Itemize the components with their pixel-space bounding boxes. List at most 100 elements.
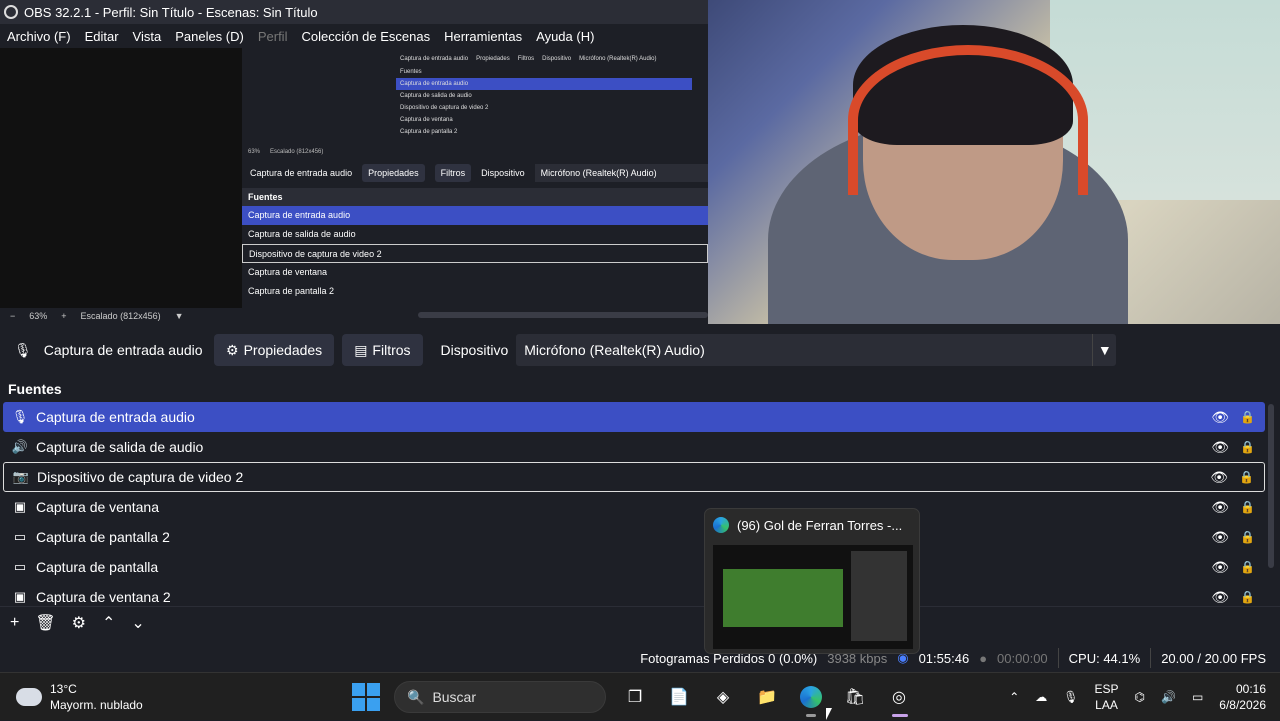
language-indicator[interactable]: ESP LAA — [1094, 681, 1118, 713]
sources-scrollbar[interactable] — [1268, 404, 1274, 568]
mini-fuentes-header: Fuentes — [400, 69, 422, 75]
source-row[interactable]: 📷 Dispositivo de captura de video 2 👁 🔒 — [3, 462, 1265, 492]
store-icon[interactable]: 🛍 — [840, 682, 870, 712]
lock-icon[interactable]: 🔒 — [1240, 410, 1255, 424]
zoom-in-button[interactable]: + — [61, 311, 66, 321]
lock-icon[interactable]: 🔒 — [1240, 560, 1255, 574]
menu-coleccion-escenas[interactable]: Colección de Escenas — [294, 29, 437, 44]
menu-ayuda[interactable]: Ayuda (H) — [529, 29, 601, 44]
microphone-icon[interactable]: 🎙 — [1063, 690, 1078, 704]
lang-bottom: LAA — [1095, 698, 1118, 712]
mini-device-value: Micrófono (Realtek(R) Audio) — [579, 56, 657, 62]
menu-herramientas[interactable]: Herramientas — [437, 29, 529, 44]
source-controls-bar: 🎙 Captura de entrada audio ⚙ Propiedades… — [0, 330, 1280, 370]
source-row[interactable]: 🎙 Captura de entrada audio 👁 🔒 — [3, 402, 1265, 432]
menu-archivo[interactable]: Archivo (F) — [0, 29, 78, 44]
monitor-icon: ▭ — [13, 529, 27, 544]
eye-icon[interactable]: 👁 — [1211, 409, 1229, 426]
cpu-usage: CPU: 44.1% — [1068, 650, 1141, 666]
mid-source-row: Captura de entrada audio — [242, 206, 708, 225]
add-source-button[interactable]: + — [10, 614, 19, 632]
source-row[interactable]: ▣ Captura de ventana 2 👁 🔒 — [3, 582, 1265, 606]
mid-fuentes-header: Fuentes — [242, 188, 708, 206]
weather-temp: 13°C — [50, 682, 77, 696]
eye-icon[interactable]: 👁 — [1211, 499, 1229, 516]
source-row[interactable]: ▭ Captura de pantalla 2 👁 🔒 — [3, 522, 1265, 552]
notepad-icon[interactable]: 📄 — [664, 682, 694, 712]
lock-icon[interactable]: 🔒 — [1240, 530, 1255, 544]
obs-logo-icon — [4, 5, 18, 19]
eye-icon[interactable]: 👁 — [1211, 529, 1229, 546]
trash-icon[interactable]: 🗑 — [35, 613, 55, 633]
headset-image — [848, 45, 1088, 195]
mid-source-row: Dispositivo de captura de video 2 — [242, 244, 708, 263]
mid-properties: Propiedades — [362, 164, 425, 182]
source-label: Dispositivo de captura de video 2 — [37, 469, 244, 485]
taskbar-thumbnail-preview[interactable]: (96) Gol de Ferran Torres -... — [704, 508, 920, 654]
scale-dropdown-icon[interactable]: ▼ — [175, 311, 184, 321]
wifi-icon[interactable]: ⌬ — [1135, 690, 1145, 704]
source-row[interactable]: ▭ Captura de pantalla 👁 🔒 — [3, 552, 1265, 582]
zoom-out-button[interactable]: − — [10, 311, 15, 321]
menu-perfil[interactable]: Perfil — [251, 29, 295, 44]
obs-taskbar-icon[interactable]: ◎ — [884, 682, 914, 717]
mini-source-name: Captura de entrada audio — [400, 56, 469, 62]
gear-icon: ⚙ — [226, 341, 239, 358]
mini-filters: Filtros — [517, 56, 535, 62]
taskbar: 13°C Mayorm. nublado 🔍 Buscar ❐ 📄 ◈ 📁 🛍 … — [0, 672, 1280, 720]
windows-start-icon[interactable] — [352, 683, 380, 711]
chevron-down-icon[interactable]: ⌄ — [131, 613, 144, 633]
source-label: Captura de entrada audio — [36, 409, 195, 425]
mid-sources-list: Fuentes Captura de entrada audio Captura… — [242, 188, 708, 301]
menu-vista[interactable]: Vista — [126, 29, 169, 44]
eye-icon[interactable]: 👁 — [1210, 469, 1228, 486]
webcam-capture — [708, 0, 1280, 324]
sources-toolbar: + 🗑 ⚙ ⌃ ⌄ — [0, 606, 1280, 638]
edge-browser-icon[interactable] — [796, 682, 826, 717]
onedrive-icon[interactable]: ☁ — [1035, 690, 1047, 704]
filters-button[interactable]: ▤ Filtros — [342, 334, 423, 366]
eye-icon[interactable]: 👁 — [1211, 439, 1229, 456]
menu-bar: Archivo (F) Editar Vista Paneles (D) Per… — [0, 24, 708, 48]
lock-icon[interactable]: 🔒 — [1239, 470, 1254, 484]
weather-widget[interactable]: 13°C Mayorm. nublado — [12, 680, 143, 713]
m365-icon[interactable]: ◈ — [708, 682, 738, 712]
lock-icon[interactable]: 🔒 — [1240, 590, 1255, 604]
lock-icon[interactable]: 🔒 — [1240, 440, 1255, 454]
properties-label: Propiedades — [243, 342, 323, 358]
mid-controls: Captura de entrada audio Propiedades Fil… — [242, 162, 708, 184]
source-label: Captura de pantalla — [36, 559, 159, 575]
sources-header: Fuentes — [0, 378, 1280, 400]
eye-icon[interactable]: 👁 — [1211, 559, 1229, 576]
lang-top: ESP — [1094, 682, 1119, 696]
edge-icon — [713, 517, 729, 533]
menu-editar[interactable]: Editar — [78, 29, 126, 44]
chevron-up-icon[interactable]: ⌃ — [1009, 690, 1019, 704]
stream-icon: ● — [979, 650, 988, 666]
volume-icon[interactable]: 🔊 — [1161, 690, 1176, 704]
source-row[interactable]: ▣ Captura de ventana 👁 🔒 — [3, 492, 1265, 522]
file-explorer-icon[interactable]: 📁 — [752, 682, 782, 712]
chevron-up-icon[interactable]: ⌃ — [102, 613, 115, 633]
lock-icon[interactable]: 🔒 — [1240, 500, 1255, 514]
clock[interactable]: 00:16 6/8/2026 — [1219, 681, 1266, 713]
properties-button[interactable]: ⚙ Propiedades — [214, 334, 335, 366]
source-label: Captura de pantalla 2 — [36, 529, 170, 545]
search-icon: 🔍 — [407, 688, 425, 705]
search-box[interactable]: 🔍 Buscar — [394, 681, 606, 713]
gear-icon[interactable]: ⚙ — [72, 613, 86, 633]
source-row[interactable]: 🔊 Captura de salida de audio 👁 🔒 — [3, 432, 1265, 462]
preview-scrollbar[interactable] — [418, 312, 708, 318]
window-icon: ▣ — [13, 499, 27, 514]
mouse-cursor — [826, 708, 832, 720]
mini-source-row: Captura de ventana — [400, 117, 453, 123]
device-select[interactable]: Micrófono (Realtek(R) Audio) ▼ — [516, 334, 1117, 366]
battery-icon[interactable]: ▭ — [1192, 690, 1203, 704]
mini-device-label: Dispositivo — [542, 56, 572, 62]
scale-label: Escalado (812x456) — [80, 311, 161, 321]
task-view-icon[interactable]: ❐ — [620, 682, 650, 712]
mid-source-row: Captura de pantalla 2 — [248, 286, 335, 296]
eye-icon[interactable]: 👁 — [1211, 589, 1229, 606]
menu-paneles[interactable]: Paneles (D) — [168, 29, 251, 44]
chevron-down-icon[interactable]: ▼ — [1092, 334, 1116, 366]
